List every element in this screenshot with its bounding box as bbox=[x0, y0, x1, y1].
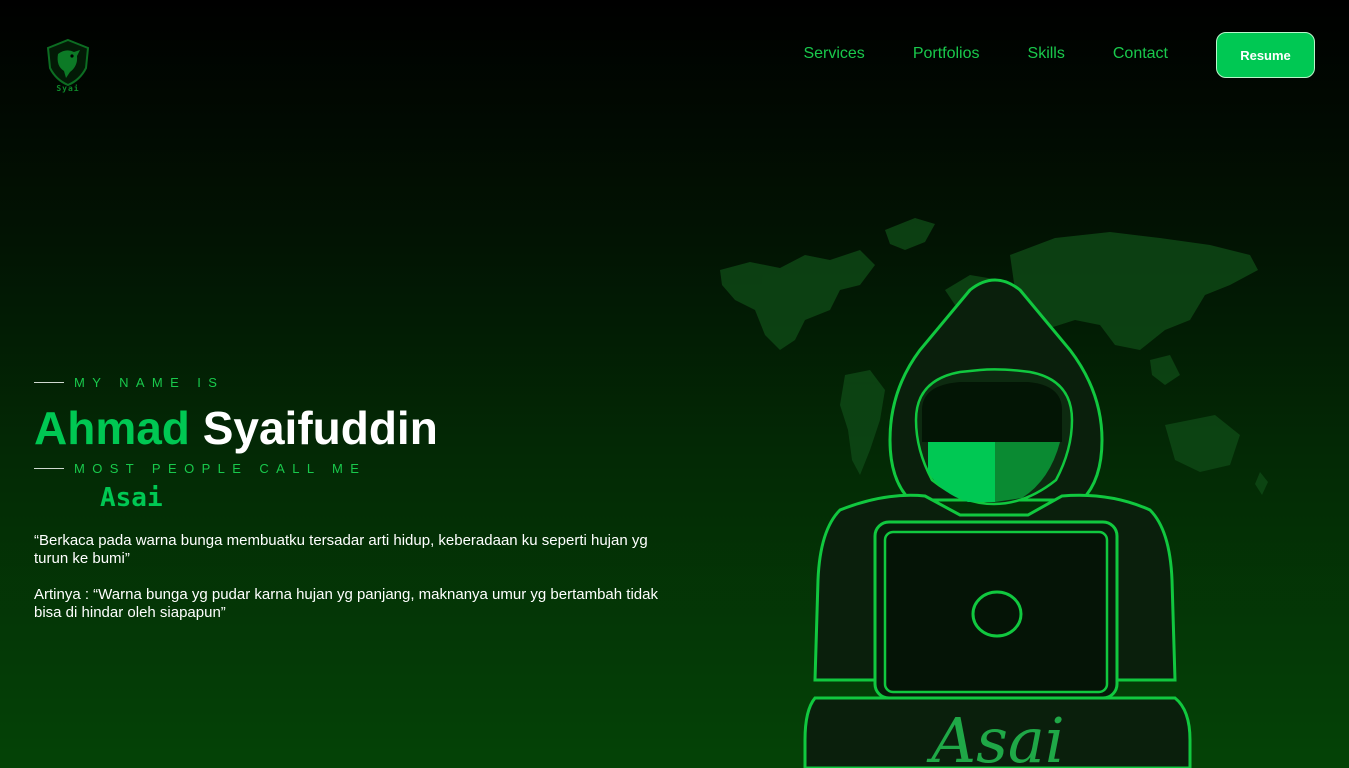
call-eyebrow: MOST PEOPLE CALL ME bbox=[34, 460, 684, 476]
divider-line bbox=[34, 467, 64, 469]
last-name: Syaifuddin bbox=[202, 402, 438, 454]
nav-portfolios[interactable]: Portfolios bbox=[913, 44, 980, 64]
quote-meaning: Artinya : “Warna bunga yg pudar karna hu… bbox=[34, 586, 658, 621]
resume-button[interactable]: Resume bbox=[1216, 32, 1315, 78]
nickname: Asai bbox=[100, 483, 163, 513]
first-name: Ahmad bbox=[34, 402, 190, 454]
logo[interactable]: Syai bbox=[44, 38, 92, 98]
call-label: MOST PEOPLE CALL ME bbox=[74, 460, 367, 476]
logo-text: Syai bbox=[56, 84, 80, 93]
illustration-caption: Asai bbox=[926, 704, 1064, 768]
hero-illustration: Asai bbox=[710, 210, 1270, 768]
nav-skills[interactable]: Skills bbox=[1028, 44, 1065, 64]
main-nav: Services Portfolios Skills Contact bbox=[803, 44, 1168, 64]
intro-eyebrow: MY NAME IS bbox=[34, 374, 684, 390]
intro-label: MY NAME IS bbox=[74, 374, 225, 390]
eagle-shield-icon bbox=[46, 38, 90, 87]
divider-line bbox=[34, 381, 64, 383]
full-name: Ahmad Syaifuddin bbox=[34, 402, 684, 454]
hero-section: MY NAME IS Ahmad Syaifuddin MOST PEOPLE … bbox=[34, 374, 684, 622]
nav-contact[interactable]: Contact bbox=[1113, 44, 1168, 64]
quote-text: “Berkaca pada warna bunga membuatku ters… bbox=[34, 532, 648, 567]
nav-services[interactable]: Services bbox=[803, 44, 864, 64]
